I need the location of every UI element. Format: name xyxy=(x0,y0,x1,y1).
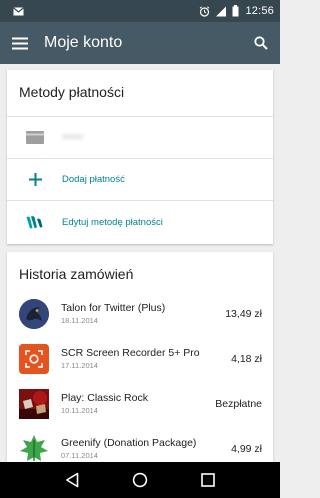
scr-app-icon xyxy=(19,343,49,374)
card-icon xyxy=(25,128,45,148)
order-history-title: Historia zamówień xyxy=(19,266,134,282)
add-payment-button[interactable]: Dodaj płatność xyxy=(7,159,273,201)
plus-icon xyxy=(25,170,45,190)
recents-icon[interactable] xyxy=(201,473,216,487)
payment-methods-title: Metody płatności xyxy=(7,70,273,117)
edit-payment-label: Edytuj metodę płatności xyxy=(62,216,163,228)
order-name: Talon for Twitter (Plus) xyxy=(61,302,166,314)
status-bar: 12:56 xyxy=(0,0,280,22)
mail-icon xyxy=(13,6,24,16)
order-price: 4,99 zł xyxy=(231,442,262,455)
home-icon[interactable] xyxy=(132,472,148,488)
wallet-icon xyxy=(25,212,45,232)
order-price: Bezpłatne xyxy=(215,397,262,410)
page-title: Moje konto xyxy=(44,34,123,51)
add-payment-label: Dodaj płatność xyxy=(62,174,125,185)
alarm-icon xyxy=(199,5,210,17)
classic-rock-album-icon xyxy=(19,388,49,419)
order-row[interactable]: Talon for Twitter (Plus) 18.11.2014 13,4… xyxy=(7,291,273,336)
app-bar: Moje konto xyxy=(0,22,280,64)
menu-icon[interactable] xyxy=(12,37,28,50)
order-name: Greenify (Donation Package) xyxy=(61,437,197,449)
order-row[interactable]: SCR Screen Recorder 5+ Pro 17.11.2014 4,… xyxy=(7,336,273,381)
order-date: 07.11.2014 xyxy=(61,451,98,460)
edit-payment-button[interactable]: Edytuj metodę płatności xyxy=(7,201,273,243)
search-icon[interactable] xyxy=(254,36,268,50)
battery-icon xyxy=(232,5,239,17)
payment-methods-card: Metody płatności •••••• Dodaj płatność E… xyxy=(7,70,273,244)
greenify-app-icon xyxy=(19,434,49,464)
payment-method-item[interactable]: •••••• xyxy=(7,117,273,159)
navigation-bar xyxy=(0,462,280,498)
talon-app-icon xyxy=(19,298,49,329)
order-price: 4,18 zł xyxy=(231,352,262,365)
payment-method-label: •••••• xyxy=(62,132,84,143)
status-time: 12:56 xyxy=(245,5,274,17)
order-price: 13,49 zł xyxy=(225,307,262,320)
order-date: 17.11.2014 xyxy=(61,361,98,370)
back-icon[interactable] xyxy=(65,472,79,488)
order-row[interactable]: Play: Classic Rock 10.11.2014 Bezpłatne xyxy=(7,381,273,426)
signal-icon xyxy=(215,6,227,17)
order-name: Play: Classic Rock xyxy=(61,392,148,404)
order-name: SCR Screen Recorder 5+ Pro xyxy=(61,347,200,359)
order-date: 18.11.2014 xyxy=(61,316,98,325)
order-date: 10.11.2014 xyxy=(61,406,98,415)
